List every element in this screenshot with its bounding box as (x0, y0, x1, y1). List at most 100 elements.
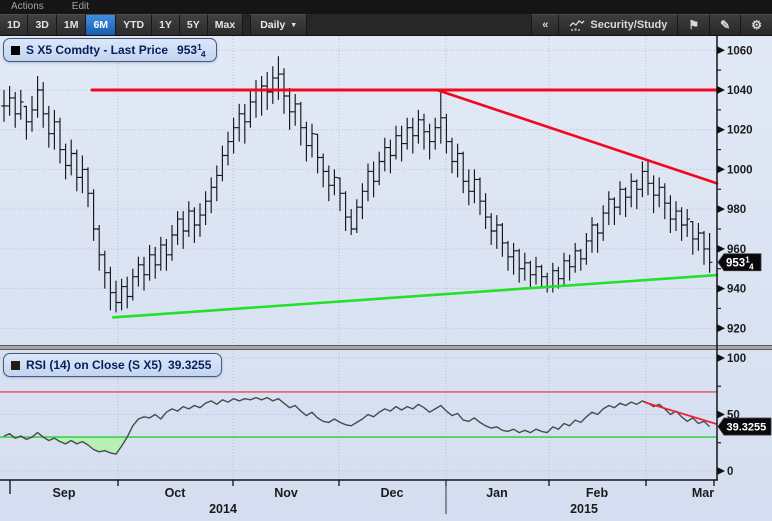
interval-dropdown[interactable]: Daily ▼ (250, 14, 307, 35)
ohlc-bar (102, 251, 108, 289)
ohlc-bar (130, 269, 136, 301)
ohlc-bar (421, 114, 427, 150)
rsi-value-tag-text: 39.3255 (727, 422, 767, 434)
period-button-5y[interactable]: 5Y (180, 14, 208, 35)
period-button-6m[interactable]: 6M (86, 14, 116, 35)
rsi-tick-arrow (717, 411, 725, 419)
period-button-1m[interactable]: 1M (57, 14, 87, 35)
ohlc-bar (522, 253, 528, 281)
ohlc-bar (511, 243, 517, 275)
ohlc-bar (449, 138, 455, 174)
menu-edit[interactable]: Edit (72, 0, 89, 14)
ohlc-bar (634, 179, 640, 209)
period-button-3d[interactable]: 3D (28, 14, 56, 35)
price-tick-arrow (717, 165, 725, 173)
month-label: Mar (692, 486, 714, 500)
toolbar: 1D 3D 1M 6M YTD 1Y 5Y Max Daily ▼ « Secu… (0, 14, 772, 36)
ohlc-bar (589, 217, 595, 253)
ohlc-bar (382, 138, 388, 172)
ohlc-bar (180, 211, 186, 249)
price-tick-arrow (717, 46, 725, 54)
toolbar-spacer (307, 14, 531, 35)
ohlc-bar (578, 249, 584, 271)
ohlc-bar (40, 82, 46, 128)
rsi-study-legend[interactable]: RSI (14) on Close (S X5) 39.3255 (3, 353, 222, 377)
ohlc-bar (57, 118, 63, 164)
ohlc-bar (533, 257, 539, 285)
price-tick-arrow (717, 86, 725, 94)
ohlc-bar (29, 96, 35, 132)
uptrend-support-line (113, 275, 717, 317)
last-price-value: 95314 (177, 43, 206, 57)
ohlc-bar (208, 177, 214, 213)
ohlc-bar (690, 221, 696, 255)
ohlc-bar (354, 199, 360, 233)
ohlc-bar (516, 249, 522, 283)
ohlc-bar (52, 110, 58, 150)
ohlc-bar (488, 213, 494, 245)
ohlc-bar (472, 169, 478, 203)
settings-button[interactable]: ⚙ (740, 14, 772, 35)
ohlc-bar (640, 162, 646, 198)
ohlc-bar (360, 183, 366, 219)
menu-actions[interactable]: Actions (11, 0, 44, 14)
ohlc-bar (477, 177, 483, 215)
month-label: Dec (381, 486, 404, 500)
ohlc-bar (376, 152, 382, 186)
ohlc-bar (80, 156, 86, 194)
security-study-button[interactable]: Security/Study (558, 14, 677, 35)
annotate-button[interactable]: ✎ (709, 14, 740, 35)
price-tick-arrow (717, 245, 725, 253)
ohlc-bar (231, 118, 237, 154)
ohlc-bar (270, 66, 276, 104)
ohlc-bar (276, 56, 282, 100)
ohlc-bar (651, 175, 657, 213)
ohlc-bar (18, 90, 24, 120)
ohlc-bar (567, 255, 573, 281)
ohlc-bar (416, 110, 422, 144)
ohlc-bar (388, 140, 394, 174)
collapse-panel-button[interactable]: « (531, 14, 558, 35)
period-button-1y[interactable]: 1Y (152, 14, 180, 35)
price-axis-label: 1000 (727, 164, 753, 176)
rsi-oversold-fill (4, 437, 710, 454)
period-button-max[interactable]: Max (208, 14, 243, 35)
price-axis-label: 1040 (727, 85, 753, 97)
ohlc-bar (1, 90, 7, 122)
price-axis-label: 940 (727, 284, 746, 296)
flag-button[interactable]: ⚑ (677, 14, 709, 35)
period-button-1d[interactable]: 1D (0, 14, 28, 35)
ohlc-bar (248, 90, 254, 128)
ohlc-bar (192, 207, 198, 243)
month-label: Feb (586, 486, 609, 500)
flag-icon: ⚑ (688, 19, 699, 31)
price-series-legend[interactable]: S X5 Comdty - Last Price 95314 (3, 38, 217, 62)
ohlc-bar (500, 223, 506, 257)
ohlc-bar (432, 118, 438, 150)
period-button-ytd[interactable]: YTD (116, 14, 152, 35)
price-tick-arrow (717, 126, 725, 134)
ohlc-bar (656, 177, 662, 207)
ohlc-bar (371, 162, 377, 198)
ohlc-bar (483, 193, 489, 229)
ohlc-bar (444, 114, 450, 154)
ohlc-bar (164, 239, 170, 271)
gear-icon: ⚙ (751, 19, 762, 31)
ohlc-bar (701, 231, 707, 265)
pencil-icon: ✎ (720, 19, 730, 31)
chart-canvas[interactable]: 1060104010201000980960940920100500SepOct… (0, 36, 772, 521)
ohlc-bar (292, 94, 298, 126)
ohlc-bar (612, 197, 618, 225)
ohlc-bar (617, 181, 623, 215)
ohlc-bar (309, 124, 315, 158)
ohlc-bar (399, 126, 405, 162)
ohlc-bar (343, 191, 349, 231)
ohlc-bar (348, 209, 354, 235)
ohlc-bar (315, 134, 321, 174)
year-label: 2014 (209, 502, 237, 516)
ohlc-bar (337, 177, 343, 211)
ohlc-bar (259, 76, 265, 116)
month-label: Nov (274, 486, 298, 500)
ohlc-bar (136, 257, 142, 287)
ohlc-bar (186, 201, 192, 237)
